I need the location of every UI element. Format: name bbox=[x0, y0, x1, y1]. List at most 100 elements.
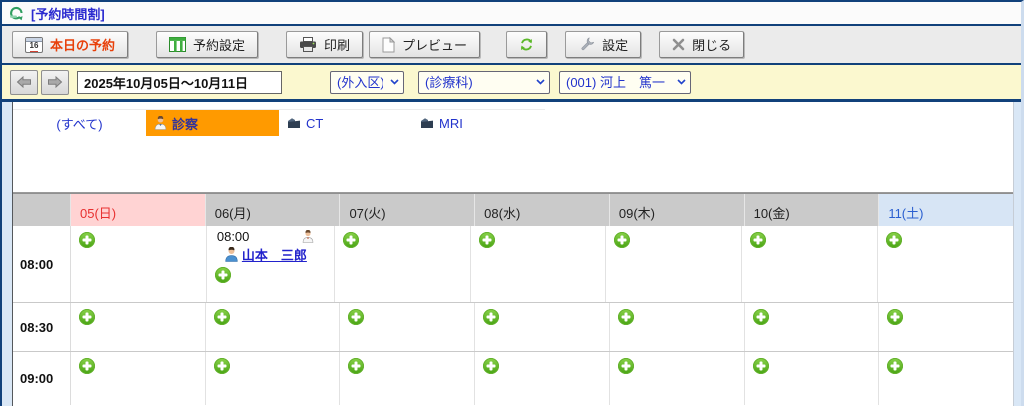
day-header-thursday: 09(木) bbox=[610, 194, 745, 226]
slot-cell bbox=[206, 352, 341, 405]
add-appointment-button[interactable] bbox=[214, 358, 230, 374]
add-appointment-button[interactable] bbox=[750, 232, 766, 248]
previous-week-button[interactable] bbox=[10, 70, 38, 95]
close-button[interactable]: 閉じる bbox=[659, 31, 744, 58]
doctor-select[interactable]: (001) 河上 篤一 bbox=[559, 71, 691, 94]
slot-cell bbox=[471, 226, 607, 302]
page-icon bbox=[382, 37, 395, 53]
printer-icon bbox=[299, 37, 317, 52]
device-icon bbox=[420, 117, 434, 129]
filter-tab-all[interactable]: (すべて) bbox=[13, 109, 146, 136]
add-appointment-button[interactable] bbox=[348, 358, 364, 374]
day-header-sunday: 05(日) bbox=[71, 194, 206, 226]
department-select[interactable]: (診療科) bbox=[418, 71, 550, 94]
device-icon bbox=[287, 117, 301, 129]
back-arrow-icon[interactable] bbox=[8, 5, 25, 21]
arrow-right-icon bbox=[47, 76, 63, 88]
department-select-wrap: (診療科) bbox=[418, 71, 550, 94]
calendar-icon: 16 bbox=[25, 37, 43, 53]
appointment-timetable-window: [予約時間割] 16 本日の予約 予約設定 印刷 bbox=[0, 0, 1024, 406]
add-appointment-button[interactable] bbox=[79, 309, 95, 325]
slot-cell bbox=[879, 352, 1013, 405]
schedule-panel: (すべて) 診察 bbox=[12, 102, 1014, 406]
add-appointment-button[interactable] bbox=[483, 358, 499, 374]
day-header-wednesday: 08(水) bbox=[475, 194, 610, 226]
time-row-0830: 08:30 bbox=[13, 303, 1013, 352]
add-appointment-button[interactable] bbox=[214, 309, 230, 325]
print-button[interactable]: 印刷 bbox=[286, 31, 363, 58]
patient-name-link[interactable]: 山本 三郎 bbox=[242, 245, 307, 264]
slot-cell bbox=[71, 303, 206, 351]
time-row-0900: 09:00 bbox=[13, 352, 1013, 405]
doctor-icon bbox=[302, 230, 314, 243]
time-label: 08:30 bbox=[13, 303, 71, 351]
slot-cell bbox=[340, 352, 475, 405]
add-appointment-button[interactable] bbox=[618, 309, 634, 325]
add-appointment-button[interactable] bbox=[79, 232, 95, 248]
patient-icon bbox=[224, 247, 239, 262]
add-appointment-button[interactable] bbox=[483, 309, 499, 325]
add-appointment-button[interactable] bbox=[886, 232, 902, 248]
slot-cell bbox=[206, 303, 341, 351]
slot-cell bbox=[745, 303, 880, 351]
slot-cell bbox=[610, 303, 745, 351]
add-appointment-button[interactable] bbox=[479, 232, 495, 248]
date-range-input[interactable] bbox=[77, 71, 282, 94]
filter-tab-ct[interactable]: CT bbox=[279, 109, 412, 136]
slot-cell bbox=[606, 226, 742, 302]
doctor-icon bbox=[154, 116, 167, 130]
filter-tab-consultation[interactable]: 診察 bbox=[146, 109, 279, 136]
add-appointment-button[interactable] bbox=[753, 358, 769, 374]
ward-select[interactable]: (外入区) bbox=[330, 71, 404, 94]
slot-cell-with-appointment: 08:00 bbox=[207, 226, 335, 302]
add-appointment-button[interactable] bbox=[79, 358, 95, 374]
add-appointment-button[interactable] bbox=[887, 358, 903, 374]
time-row-0800: 08:00 08:00 bbox=[13, 226, 1013, 303]
add-appointment-button[interactable] bbox=[348, 309, 364, 325]
slot-cell bbox=[742, 226, 878, 302]
filter-tab-mri[interactable]: MRI bbox=[412, 109, 545, 136]
left-edge-strip bbox=[2, 102, 12, 406]
resource-filter-area: (すべて) 診察 bbox=[13, 102, 1013, 193]
day-header-monday: 06(月) bbox=[206, 194, 341, 226]
add-appointment-button[interactable] bbox=[343, 232, 359, 248]
slot-cell bbox=[879, 303, 1013, 351]
main-content: (すべて) 診察 bbox=[2, 102, 1021, 406]
day-header-row: 05(日) 06(月) 07(火) 08(水) 09(木) 10(金) 11(土… bbox=[13, 193, 1013, 226]
time-label: 09:00 bbox=[13, 352, 71, 405]
header-corner-cell bbox=[13, 194, 71, 226]
resource-filter-row: (すべて) 診察 bbox=[13, 109, 1013, 136]
slot-cell bbox=[71, 352, 206, 405]
schedule-settings-button[interactable]: 予約設定 bbox=[156, 31, 258, 58]
today-appointments-button[interactable]: 16 本日の予約 bbox=[12, 31, 128, 58]
page-title: [予約時間割] bbox=[31, 4, 105, 23]
next-week-button[interactable] bbox=[41, 70, 69, 95]
refresh-button[interactable] bbox=[506, 31, 547, 58]
add-appointment-button[interactable] bbox=[618, 358, 634, 374]
day-header-tuesday: 07(火) bbox=[340, 194, 475, 226]
settings-button[interactable]: 設定 bbox=[565, 31, 641, 58]
ward-select-wrap: (外入区) bbox=[330, 71, 404, 94]
slot-cell bbox=[71, 226, 207, 302]
right-edge-strip bbox=[1014, 102, 1021, 406]
day-header-saturday: 11(土) bbox=[879, 194, 1013, 226]
toolbar: 16 本日の予約 予約設定 印刷 bbox=[2, 26, 1021, 65]
slot-cell bbox=[610, 352, 745, 405]
table-grid-icon bbox=[169, 37, 186, 52]
add-appointment-button[interactable] bbox=[753, 309, 769, 325]
add-appointment-button[interactable] bbox=[887, 309, 903, 325]
slot-cell bbox=[745, 352, 880, 405]
refresh-icon bbox=[519, 37, 534, 52]
day-header-friday: 10(金) bbox=[745, 194, 880, 226]
add-appointment-button[interactable] bbox=[614, 232, 630, 248]
appointment-entry: 山本 三郎 bbox=[207, 245, 334, 264]
slot-cell bbox=[340, 303, 475, 351]
week-schedule-grid: 05(日) 06(月) 07(火) 08(水) 09(木) 10(金) 11(土… bbox=[13, 193, 1013, 406]
time-label: 08:00 bbox=[13, 226, 71, 302]
doctor-select-wrap: (001) 河上 篤一 bbox=[559, 71, 691, 94]
close-x-icon bbox=[672, 38, 685, 51]
add-appointment-button[interactable] bbox=[215, 267, 231, 283]
preview-button[interactable]: プレビュー bbox=[369, 31, 480, 58]
titlebar: [予約時間割] bbox=[2, 2, 1021, 26]
arrow-left-icon bbox=[16, 76, 32, 88]
